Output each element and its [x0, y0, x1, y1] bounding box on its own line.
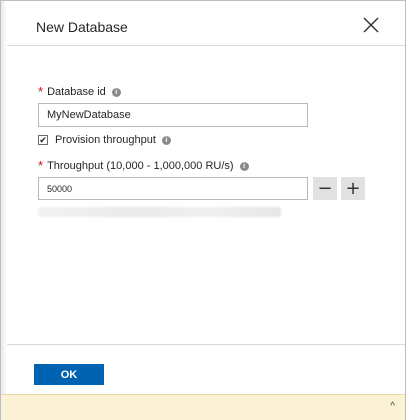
increment-button[interactable]: + — [341, 177, 365, 200]
decrement-button[interactable]: − — [313, 177, 337, 200]
throughput-label: Throughput (10,000 - 1,000,000 RU/s) — [47, 160, 234, 172]
left-shadow — [1, 1, 7, 394]
required-mark: * — [38, 84, 44, 99]
dialog-title: New Database — [36, 19, 128, 35]
provision-throughput-checkbox[interactable]: ✔ — [38, 135, 48, 145]
blurred-estimate-text — [38, 207, 281, 217]
database-id-label: Database id — [47, 86, 106, 98]
provision-throughput-label: Provision throughput — [55, 134, 156, 146]
bottom-notification-bar: ^ — [1, 394, 405, 420]
ok-button[interactable]: OK — [34, 364, 104, 385]
info-icon[interactable]: i — [111, 87, 121, 97]
dialog-header: New Database — [7, 1, 405, 46]
minus-icon: − — [317, 177, 333, 199]
database-id-input[interactable] — [38, 103, 308, 127]
provision-label-row: Provision throughput i — [55, 134, 171, 146]
database-id-label-row: * Database id i — [38, 84, 121, 99]
close-icon — [363, 17, 379, 33]
checkbox-check-icon: ✔ — [39, 135, 47, 145]
plus-icon: + — [345, 177, 361, 199]
required-mark: * — [38, 158, 44, 173]
dialog-footer: OK — [7, 344, 405, 395]
info-icon[interactable]: i — [239, 161, 249, 171]
throughput-input[interactable] — [38, 177, 308, 200]
throughput-label-row: * Throughput (10,000 - 1,000,000 RU/s) i — [38, 158, 249, 173]
new-database-dialog: New Database * Database id i ✔ Provision… — [0, 0, 406, 420]
close-button[interactable] — [361, 15, 381, 35]
info-icon[interactable]: i — [161, 135, 171, 145]
chevron-up-icon[interactable]: ^ — [390, 401, 395, 412]
